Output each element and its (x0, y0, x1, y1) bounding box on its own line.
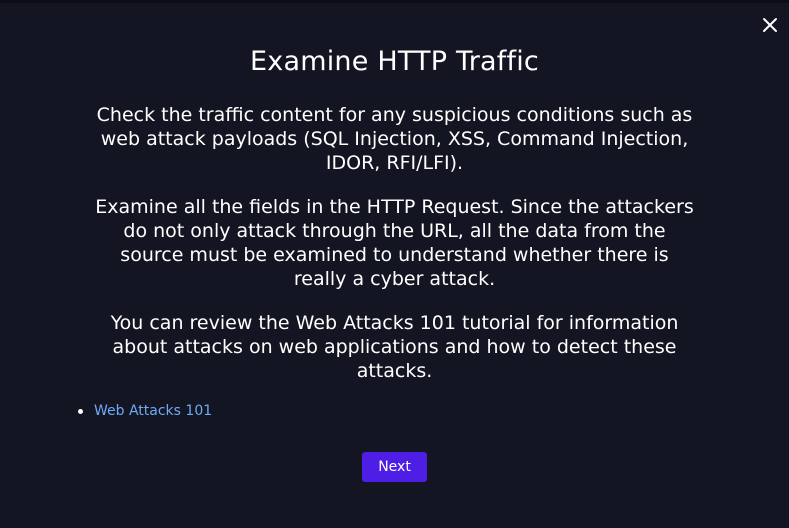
modal-content: Check the traffic content for any suspic… (92, 103, 697, 403)
resource-links: Web Attacks 101 (78, 401, 212, 421)
list-item: Web Attacks 101 (78, 401, 212, 421)
next-button[interactable]: Next (362, 452, 427, 482)
modal-title: Examine HTTP Traffic (250, 46, 539, 77)
close-icon (763, 18, 777, 32)
web-attacks-101-link[interactable]: Web Attacks 101 (94, 401, 212, 421)
paragraph-attack-payloads: Check the traffic content for any suspic… (96, 104, 693, 174)
paragraph-tutorial-hint: You can review the Web Attacks 101 tutor… (110, 312, 679, 382)
top-strip (0, 0, 789, 3)
close-button[interactable] (759, 14, 781, 36)
bullet-icon (78, 408, 83, 414)
paragraph-http-request-fields: Examine all the fields in the HTTP Reque… (95, 196, 694, 290)
